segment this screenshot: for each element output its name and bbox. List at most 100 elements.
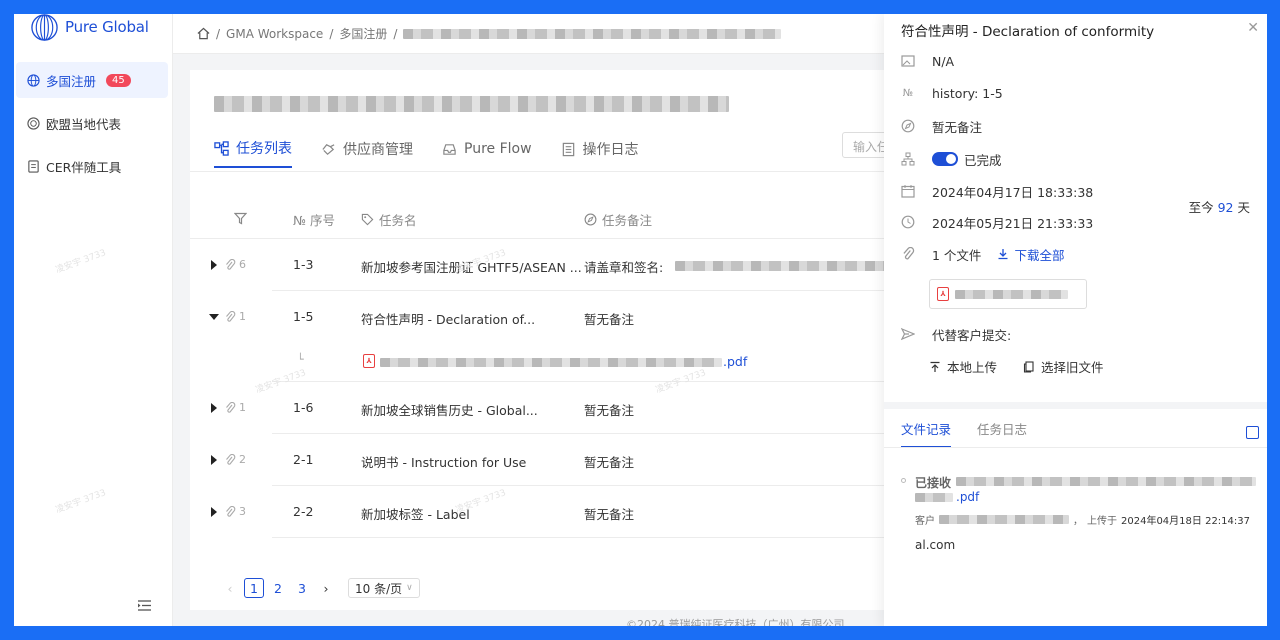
filter-icon[interactable] [234,212,247,225]
tag-icon [361,213,374,226]
row-task-name[interactable]: 新加坡全球销售历史 - Global... [361,400,538,419]
sidebar-item-cer-tool[interactable]: CER伴随工具 [16,148,168,184]
local-upload-button[interactable]: 本地上传 [929,357,997,376]
prev-page-icon[interactable]: ‹ [220,578,240,598]
expand-arrow-icon[interactable] [211,455,217,465]
row-task-name[interactable]: 新加坡参考国注册证 GHTF5/ASEAN ... [361,257,582,276]
next-page-icon[interactable]: › [316,578,336,598]
upload-icon [930,361,940,372]
table-row[interactable]: 1 1-5 符合性声明 - Declaration of... 暂无备注 └ ⅄… [190,291,910,382]
status-value: 已完成 [964,152,1002,168]
table-row[interactable]: 2 2-1 说明书 - Instruction for Use 暂无备注 [190,434,910,486]
sidebar-item-label: 多国注册 [46,73,97,89]
count: 3 [239,505,246,518]
row-task-name[interactable]: 符合性声明 - Declaration of... [361,309,535,328]
pdf-file-icon: ⅄ [363,354,375,368]
page-2-button[interactable]: 2 [268,578,288,598]
table-row[interactable]: 1 1-6 新加坡全球销售历史 - Global... 暂无备注 [190,382,910,434]
row-task-name[interactable]: 新加坡标签 - Label [361,504,470,523]
breadcrumb-separator: / [393,26,398,41]
column-header-task-note: 任务备注 [584,210,652,229]
page-size-select[interactable]: 10 条/页 ∨ [348,578,420,598]
choose-old-file-button[interactable]: 选择旧文件 [1023,357,1104,376]
record-tabs: 文件记录 任务日志 [901,419,1027,448]
expand-arrow-icon[interactable] [211,403,217,413]
status-toggle[interactable] [932,152,958,166]
collapse-menu-icon[interactable] [138,600,151,611]
child-branch-icon: └ [297,353,304,366]
paperclip-icon [226,505,236,517]
uploader-email-suffix: al.com [915,538,956,552]
redacted-uploader [939,515,1069,524]
header-label: 任务备注 [602,213,653,228]
task-card: 任务列表 供应商管理 Pure Flow 操作日志 输入任 № 序号 任务名 任… [190,70,922,610]
expand-arrow-icon[interactable] [211,260,217,270]
row-seq: 2-1 [293,452,314,467]
table-row[interactable]: 6 1-3 新加坡参考国注册证 GHTF5/ASEAN ... 请盖章和签名: [190,239,910,291]
redacted-file-name [956,477,1256,486]
record-file-link[interactable]: .pdf [956,490,979,504]
end-date-row: 2024年05月21日 21:33:33 [901,212,1093,232]
table-row[interactable]: 3 2-2 新加坡标签 - Label 暂无备注 [190,486,910,538]
file-chip[interactable]: ⅄ [929,279,1087,309]
row-seq: 1-5 [293,309,314,324]
uploaded-label: 上传于 [1087,516,1117,527]
pagination: ‹ 1 2 3 › 10 条/页 ∨ [220,578,420,598]
image-icon [901,54,915,68]
sidebar-item-eu-representative[interactable]: 欧盟当地代表 [16,105,168,141]
row-seq: 2-2 [293,504,314,519]
tab-task-log[interactable]: 任务日志 [977,419,1027,448]
attachment-file-link[interactable]: .pdf [723,354,747,369]
tab-divider [884,447,1267,448]
redacted-note [675,261,900,271]
breadcrumb-item-registration[interactable]: 多国注册 [339,25,387,42]
logo-text: Pure Global [65,18,149,36]
download-all-button[interactable]: 下载全部 [997,245,1064,264]
task-detail-drawer: 符合性声明 - Declaration of conformity ✕ N/A … [884,14,1267,626]
collapse-arrow-icon[interactable] [209,314,219,320]
tab-file-records[interactable]: 文件记录 [901,419,952,448]
sliders-icon[interactable] [1246,426,1259,439]
number-icon: № [902,87,914,99]
days-since: 至今 92 天 [1189,197,1250,216]
tab-supplier-management[interactable]: 供应商管理 [321,130,413,168]
row-seq: 1-3 [293,257,314,272]
tab-operation-log[interactable]: 操作日志 [561,130,639,168]
close-icon[interactable]: ✕ [1247,20,1259,36]
main-tabs: 任务列表 供应商管理 Pure Flow 操作日志 [214,130,668,172]
category-value: N/A [932,53,955,69]
logo[interactable]: Pure Global [30,14,149,42]
status-row: 已完成 [901,149,1002,169]
note-value: 暂无备注 [932,119,983,135]
header-label: 任务名 [379,213,417,228]
expand-arrow-icon[interactable] [211,507,217,517]
breadcrumb-separator: / [216,26,221,41]
page-1-button[interactable]: 1 [244,578,264,598]
copyright-footer: ©2024 普瑞纯证医疗科技（广州）有限公司 [626,618,845,626]
tab-pure-flow[interactable]: Pure Flow [442,130,532,168]
count-badge: 45 [106,73,131,87]
submit-label: 代替客户提交: [932,327,1012,343]
files-row: 1 个文件 下载全部 [901,244,1064,264]
home-icon[interactable] [197,27,210,40]
drawer-title: 符合性声明 - Declaration of conformity [901,24,1155,40]
row-seq: 1-6 [293,400,314,415]
sidebar-item-multi-country-registration[interactable]: 多国注册 45 [16,62,168,98]
row-task-name[interactable]: 说明书 - Instruction for Use [361,452,526,471]
note-row: 暂无备注 [901,116,982,136]
attachment-count: 1 [224,401,246,414]
globe-logo-icon [31,14,58,41]
compass-icon [901,119,915,133]
tab-task-list[interactable]: 任务列表 [214,130,292,168]
compass-icon [584,213,597,226]
end-date-value: 2024年05月21日 21:33:33 [932,215,1094,231]
column-header-seq: № 序号 [293,213,335,228]
download-all-label: 下载全部 [1014,247,1065,263]
redacted-breadcrumb [403,28,782,39]
page-size-value: 10 条/页 [355,581,403,596]
count: 1 [239,401,246,414]
tab-divider [190,171,910,172]
page-3-button[interactable]: 3 [292,578,312,598]
breadcrumb-item-workspace[interactable]: GMA Workspace [226,27,323,41]
redacted-project-title [214,96,729,112]
